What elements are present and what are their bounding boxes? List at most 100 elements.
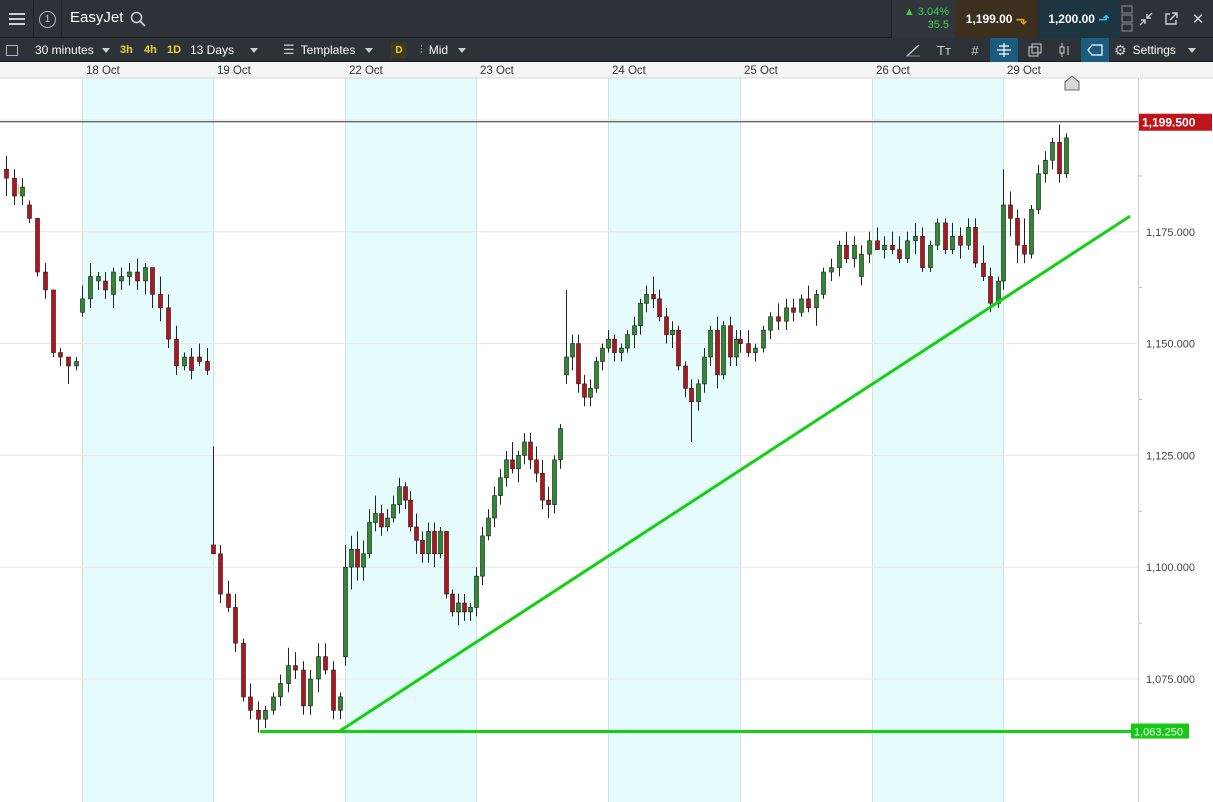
candle-body <box>51 289 56 353</box>
candle-body <box>308 678 313 707</box>
candle <box>594 357 599 393</box>
candle <box>51 289 56 358</box>
candle <box>1008 191 1013 237</box>
text-icon[interactable]: Tт <box>930 38 958 62</box>
date-label: 29 Oct <box>1007 65 1042 77</box>
candle-body <box>1036 173 1041 210</box>
candle-body <box>316 656 321 680</box>
candle <box>799 294 804 317</box>
candle <box>867 231 872 264</box>
candle <box>1057 124 1062 183</box>
interval-dropdown[interactable]: 30 minutes <box>35 38 115 62</box>
candle-body <box>1015 218 1020 246</box>
candle-body <box>761 329 766 349</box>
candle <box>480 526 485 586</box>
quick-interval-3h[interactable]: 3h <box>120 38 133 62</box>
candle-body <box>456 602 461 613</box>
support-label: 1,063.250 <box>1134 727 1183 739</box>
crosshair-icon[interactable] <box>990 38 1018 62</box>
candle-icon[interactable] <box>1051 38 1079 62</box>
candle-body <box>728 325 733 358</box>
candle <box>859 245 864 286</box>
settings-dropdown[interactable]: ⚙ Settings <box>1114 38 1209 62</box>
candle <box>316 643 321 693</box>
session-shade <box>608 78 740 802</box>
candle-body <box>385 517 390 528</box>
price-type-dropdown[interactable]: ⫶ Mid <box>420 38 485 62</box>
price-tag-icon[interactable] <box>1081 38 1109 62</box>
candle <box>12 169 17 205</box>
popout-icon[interactable] <box>1160 0 1182 38</box>
candle-body <box>619 347 624 353</box>
event-marker-icon[interactable]: ⌊ <box>17 184 21 195</box>
menu-icon[interactable] <box>0 0 34 38</box>
grid-icon[interactable]: # <box>961 38 989 62</box>
candle <box>492 486 497 527</box>
candle-body <box>564 356 569 376</box>
candle-body <box>480 535 485 577</box>
range-dropdown[interactable]: 13 Days <box>190 38 275 62</box>
candle-body <box>323 656 328 671</box>
candle-body <box>852 244 857 259</box>
candle-body <box>1008 204 1013 219</box>
candle-body <box>205 361 210 371</box>
candle-body <box>271 696 276 711</box>
candle-body <box>233 607 238 644</box>
candle <box>43 263 48 299</box>
candle-body <box>973 227 978 264</box>
y-tick-label: 1,075.000 <box>1146 674 1195 686</box>
candle-body <box>768 316 773 331</box>
candle <box>1064 133 1069 179</box>
quick-interval-4h[interactable]: 4h <box>144 38 157 62</box>
candle <box>582 374 587 407</box>
candle-body <box>988 276 993 304</box>
title-bar: 1 EasyJet ▲ 3.04% 35.5 1,199.00 ⬎ 1,200.… <box>0 0 1213 38</box>
settings-label: Settings <box>1132 43 1176 57</box>
close-icon[interactable]: ✕ <box>1186 0 1210 38</box>
candle-body <box>821 271 826 295</box>
line-draw-icon[interactable] <box>899 38 927 62</box>
candle-body <box>981 262 986 277</box>
candle <box>753 343 758 362</box>
candle <box>935 218 940 250</box>
candle <box>331 661 336 720</box>
candle-body <box>664 316 669 335</box>
candle-body <box>286 665 291 684</box>
date-label: 22 Oct <box>349 65 384 77</box>
quick-interval-1d[interactable]: 1D <box>167 38 181 62</box>
candle <box>546 486 551 519</box>
candle-body <box>119 276 124 282</box>
candle-body <box>1022 244 1027 255</box>
search-icon[interactable] <box>130 11 146 27</box>
candle-body <box>150 267 155 295</box>
candle-body <box>670 329 675 335</box>
sell-price-button[interactable]: 1,199.00 ⬎ <box>955 0 1038 38</box>
candle-body <box>174 338 179 367</box>
layers-icon[interactable] <box>1021 38 1049 62</box>
candle <box>218 544 223 603</box>
list-icon[interactable] <box>6 38 22 62</box>
templates-dropdown[interactable]: ☰ Templates <box>283 38 383 62</box>
candle-body <box>27 204 32 219</box>
shrink-icon[interactable] <box>1136 0 1156 38</box>
chevron-down-icon <box>101 47 110 53</box>
info-icon[interactable]: 1 <box>34 0 62 38</box>
instrument-name[interactable]: EasyJet <box>70 9 123 26</box>
candle <box>1050 137 1055 170</box>
price-chart[interactable]: 18 Oct 19 Oct 22 Oct 23 Oct 24 Oct 25 Oct 26 O… <box>0 62 1213 802</box>
candle-body <box>715 329 720 376</box>
candle-body <box>1029 209 1034 255</box>
candle <box>241 638 246 702</box>
candle-body <box>837 244 842 268</box>
candle <box>558 424 563 469</box>
candle <box>286 647 291 693</box>
ladder-icon[interactable] <box>1120 0 1134 38</box>
candle-body <box>576 343 581 385</box>
candle <box>1043 151 1048 183</box>
buy-price-button[interactable]: 1,200.00 ⬏ <box>1038 0 1120 38</box>
candle-body <box>734 338 739 358</box>
candle <box>676 325 681 371</box>
candle <box>510 441 515 474</box>
candle <box>498 468 503 505</box>
d-badge[interactable]: D <box>391 38 407 62</box>
